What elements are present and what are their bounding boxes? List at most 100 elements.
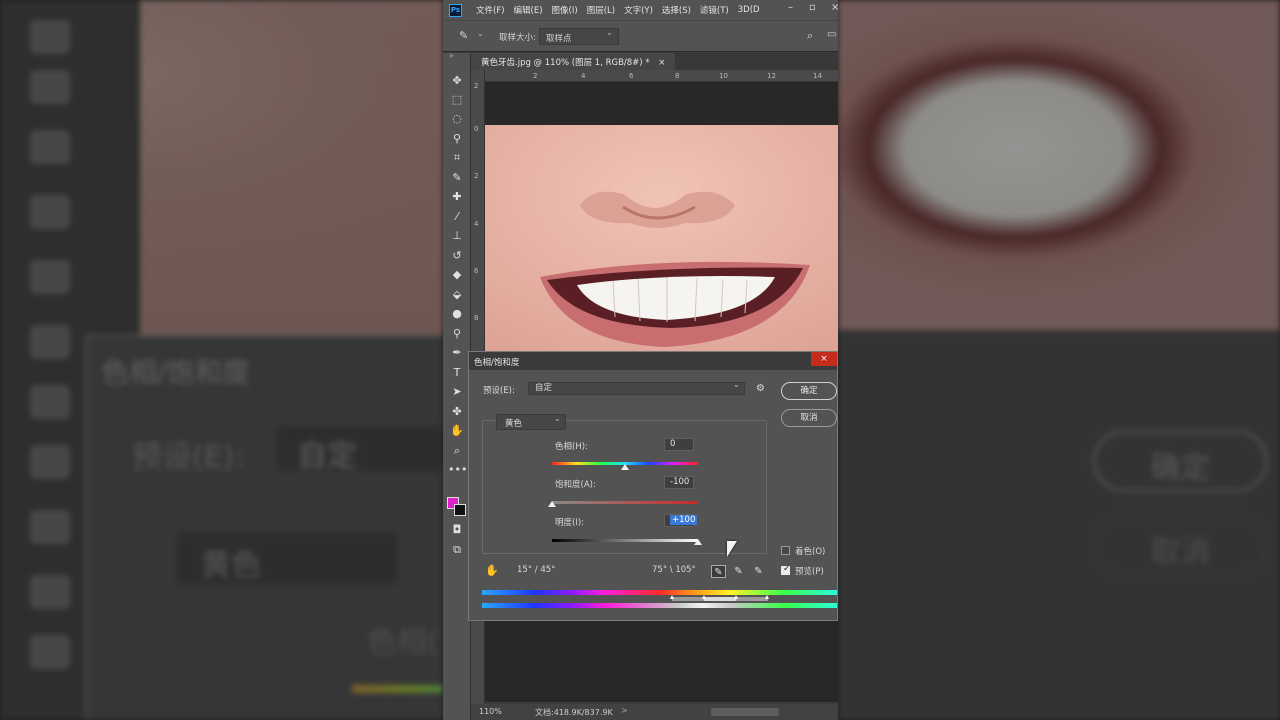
ruler-label: 4 (581, 72, 586, 80)
ruler-label: 2 (474, 172, 479, 180)
bg-channel-value: 黄色 (177, 532, 397, 584)
move-tool-icon[interactable]: ✥ (448, 73, 466, 89)
menu-3d[interactable]: 3D(D (738, 5, 760, 15)
brush-tool-icon[interactable]: ⁄ (448, 209, 466, 225)
cancel-button[interactable]: 取消 (781, 409, 837, 427)
eyedropper-tool-icon[interactable]: ✎ (448, 170, 466, 186)
shape-tool-icon[interactable]: ✤ (448, 404, 466, 420)
preview-checkbox[interactable] (781, 564, 791, 575)
ruler-label: 6 (474, 267, 479, 275)
menu-edit[interactable]: 编辑(E) (514, 4, 543, 16)
bg-hue-fragment: 色相( (367, 625, 439, 660)
ruler-label: 6 (629, 72, 634, 80)
preview-label: 预览(P) (795, 567, 824, 577)
options-bar: ✎ ⌄ 取样大小: 取样点 ⌕ ▭ (443, 20, 838, 52)
background-color-swatch[interactable] (454, 504, 466, 516)
saturation-slider-thumb[interactable] (548, 501, 556, 507)
range-right-degrees: 75° \ 105° (652, 565, 696, 575)
ruler-label: 14 (813, 72, 822, 80)
colorize-label: 着色(O) (795, 547, 826, 557)
lightness-input[interactable]: +100 (664, 514, 698, 527)
lightness-slider-track[interactable] (552, 539, 698, 542)
dialog-title: 色相/饱和度 (469, 352, 837, 370)
quick-select-tool-icon[interactable]: ⚲ (448, 131, 466, 147)
saturation-slider-track[interactable] (552, 501, 698, 504)
ruler-label: 10 (719, 72, 728, 80)
range-marker[interactable] (734, 595, 738, 599)
hue-slider-thumb[interactable] (621, 464, 629, 470)
eraser-tool-icon[interactable]: ◆ (448, 267, 466, 283)
dodge-tool-icon[interactable]: ⚲ (448, 326, 466, 342)
status-bar: 110% 文档:418.9K/837.9K > (471, 704, 838, 720)
preset-label: 预设(E): (483, 386, 515, 396)
bg-ok-button: 确定 (1093, 430, 1268, 492)
path-select-tool-icon[interactable]: ➤ (448, 384, 466, 400)
history-brush-tool-icon[interactable]: ↺ (448, 248, 466, 264)
hue-saturation-dialog: 色相/饱和度 × 预设(E): 自定 ⚙ 确定 取消 黄色 色相(H): 0 饱… (468, 351, 838, 621)
clone-stamp-tool-icon[interactable]: ⊥ (448, 228, 466, 244)
eyedropper-icon[interactable]: ✎ (711, 565, 726, 578)
range-marker[interactable] (702, 595, 706, 599)
screen-mode-icon[interactable]: ⧉ (448, 542, 466, 558)
paint-bucket-tool-icon[interactable]: ⬙ (448, 287, 466, 303)
color-range-bar[interactable] (672, 597, 768, 601)
blur-tool-icon[interactable]: ● (448, 306, 466, 322)
bg-dialog-title: 色相/饱和度 (101, 356, 251, 389)
bg-cancel-button: 取消 (1093, 515, 1268, 577)
ruler-label: 2 (474, 82, 479, 90)
horizontal-scrollbar[interactable] (711, 708, 779, 716)
menu-file[interactable]: 文件(F) (476, 4, 505, 16)
preset-select[interactable]: 自定 (528, 380, 745, 395)
quick-mask-icon[interactable]: ◘ (448, 522, 466, 538)
search-icon[interactable]: ⌕ (807, 29, 813, 43)
menu-layer[interactable]: 图层(L) (587, 4, 615, 16)
document-tab[interactable]: 黄色牙齿.jpg @ 110% (图层 1, RGB/8#) * × (471, 53, 676, 70)
ruler-label: 8 (675, 72, 680, 80)
channel-select[interactable]: 黄色 (496, 414, 566, 430)
healing-brush-tool-icon[interactable]: ✚ (448, 189, 466, 205)
dialog-close-button[interactable]: × (811, 352, 837, 366)
workspace-icon[interactable]: ▭ (827, 29, 836, 40)
status-arrow-icon[interactable]: > (621, 706, 628, 715)
subtract-from-sample-eyedropper-icon[interactable]: ✎ (751, 565, 766, 578)
output-color-spectrum (482, 603, 837, 608)
targeted-adjust-hand-icon[interactable]: ✋ (485, 564, 499, 577)
range-marker[interactable] (670, 595, 674, 599)
colorize-checkbox[interactable] (781, 546, 790, 555)
pen-tool-icon[interactable]: ✒ (448, 345, 466, 361)
close-window-icon[interactable]: × (831, 2, 838, 13)
hue-input[interactable]: 0 (664, 438, 694, 451)
range-marker[interactable] (765, 595, 769, 599)
close-tab-icon[interactable]: × (658, 58, 665, 68)
type-tool-icon[interactable]: T (448, 365, 466, 381)
ruler-label: 2 (533, 72, 538, 80)
lasso-tool-icon[interactable]: ◌ (448, 111, 466, 127)
zoom-level[interactable]: 110% (479, 707, 502, 716)
eyedropper-icon[interactable]: ✎ (459, 29, 468, 42)
lightness-slider-thumb[interactable] (694, 539, 702, 545)
marquee-tool-icon[interactable]: ⬚ (448, 92, 466, 108)
hand-tool-icon[interactable]: ✋ (448, 423, 466, 439)
ok-button[interactable]: 确定 (781, 382, 837, 400)
add-to-sample-eyedropper-icon[interactable]: ✎ (731, 565, 746, 578)
blurred-background-left: 色相/饱和度 预设(E): 自定 黄色 色相( (0, 0, 443, 720)
collapse-arrows-icon[interactable]: » (449, 51, 454, 60)
crop-tool-icon[interactable]: ⌗ (448, 150, 466, 166)
more-tools-icon[interactable]: ••• (448, 462, 467, 478)
sample-size-select[interactable]: 取样点 (539, 28, 619, 45)
maximize-icon[interactable]: ▫ (809, 2, 816, 13)
bg-preset-value: 自定 (277, 427, 443, 474)
menu-bar: Ps 文件(F) 编辑(E) 图像(I) 图层(L) 文字(Y) 选择(S) 滤… (443, 0, 838, 20)
minimize-icon[interactable]: – (788, 2, 793, 13)
zoom-tool-icon[interactable]: ⌕ (448, 443, 466, 459)
menu-image[interactable]: 图像(I) (552, 4, 578, 16)
range-left-degrees: 15° / 45° (517, 565, 556, 575)
saturation-input[interactable]: -100 (664, 476, 694, 489)
menu-filter[interactable]: 滤镜(T) (700, 4, 729, 16)
menu-type[interactable]: 文字(Y) (624, 4, 653, 16)
smile-photo (485, 125, 838, 352)
tool-preset-chevron-icon[interactable]: ⌄ (477, 29, 484, 38)
photoshop-logo-icon: Ps (449, 3, 462, 17)
menu-select[interactable]: 选择(S) (662, 4, 691, 16)
gear-icon[interactable]: ⚙ (756, 383, 765, 394)
